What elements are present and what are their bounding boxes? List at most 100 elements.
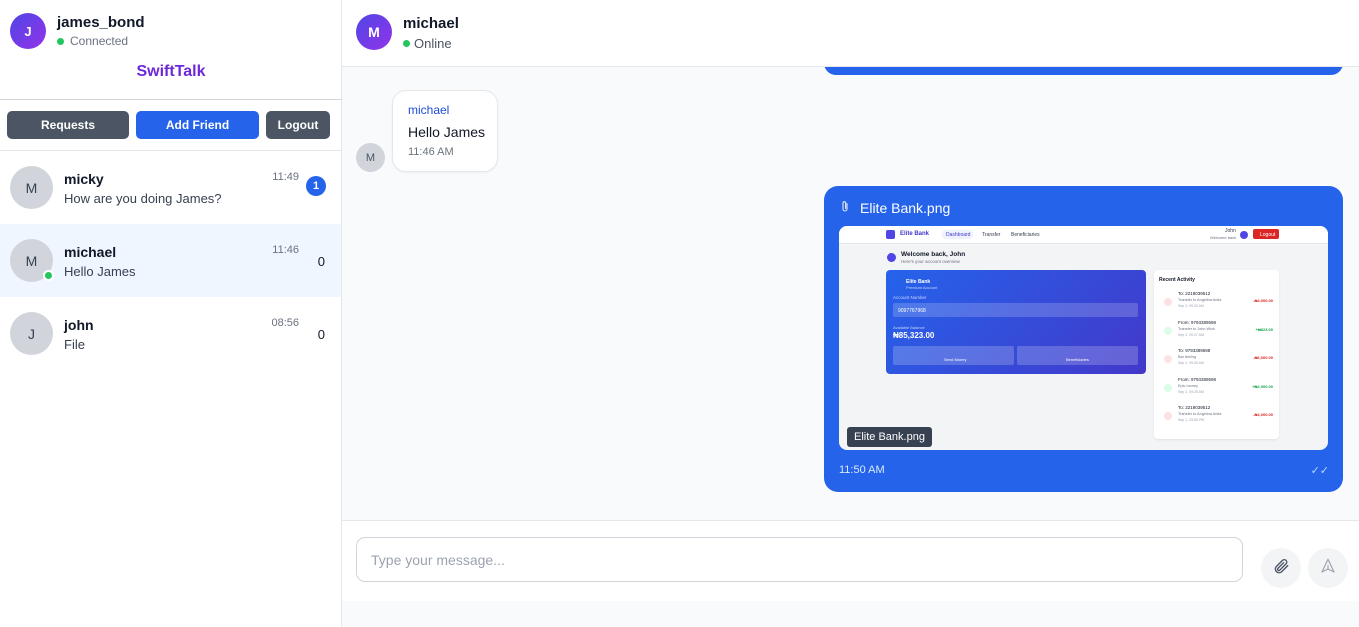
chat-time: 11:49 (272, 171, 299, 183)
contact-name: michael (403, 15, 459, 32)
activity-title: From: 9793389598 (1178, 376, 1217, 382)
chat-last-message: File (64, 337, 85, 352)
preview-send-label: Send Money (944, 357, 967, 362)
activity-desc: Epic money (1178, 383, 1198, 388)
activity-amount: -₦4,000.00 (1253, 298, 1273, 303)
preview-card-sub: Premium Account (906, 285, 938, 290)
chat-time: 08:56 (271, 317, 299, 329)
send-button[interactable] (1308, 548, 1348, 588)
activity-amount: +₦2,000.00 (1252, 383, 1273, 389)
incoming-message: michael Hello James 11:46 AM (392, 90, 498, 172)
chat-item-micky[interactable]: M micky How are you doing James? 11:49 (0, 151, 341, 224)
unread-count: 0 (317, 327, 325, 342)
preview-user: John (1225, 228, 1236, 234)
activity-type-icon (1164, 383, 1172, 392)
unread-badge: 1 (306, 176, 326, 196)
preview-logout-label: Logout (1260, 232, 1276, 238)
message-text: Hello James (408, 124, 486, 140)
requests-button[interactable]: Requests (7, 111, 129, 139)
unread-count: 0 (317, 254, 325, 269)
user-info: james_bond Connected (57, 14, 145, 48)
preview-navbar: Elite Bank Dashboard Transfer Beneficiar… (839, 226, 1328, 244)
activity-date: Sep 1, 03:56 PM (1178, 418, 1205, 422)
preview-avatar (1240, 231, 1248, 239)
preview-activity-row: From: 9793389598 Epic money Sep 2, 09:25 A… (1154, 376, 1279, 402)
preview-account-number: 9097767968 (898, 308, 926, 314)
online-indicator-icon (43, 270, 54, 281)
preview-user-sub: Welcome back (1210, 235, 1237, 240)
activity-date: Sep 2, 09:26 AM (1178, 361, 1204, 365)
sidebar: J james_bond Connected SwiftTalk Request… (0, 0, 342, 627)
app-brand: SwiftTalk (136, 63, 206, 80)
chat-avatar: J (10, 312, 53, 355)
preview-balance-label: Available Balance (893, 325, 925, 330)
preview-activity-row: To: 2219039512 Transfer to Angelina Anita… (1154, 404, 1279, 430)
activity-type-icon (1164, 355, 1172, 363)
preview-welcome-sub: Here's your account overview (901, 259, 960, 264)
preview-activity-row: To: 2219039512 Transfer to Angelina Anita… (1154, 290, 1279, 316)
connection-status: Connected (57, 34, 145, 48)
image-attachment[interactable]: Elite Bank Dashboard Transfer Beneficiar… (839, 226, 1328, 450)
chat-last-message: Hello James (64, 264, 136, 279)
activity-type-icon (1164, 412, 1172, 420)
preview-nav: Beneficiaries (1011, 232, 1040, 238)
preview-beneficiaries-label: Beneficiaries (1066, 357, 1089, 362)
file-header: Elite Bank.png (840, 200, 950, 216)
connection-status-text: Connected (70, 34, 129, 48)
attach-button[interactable] (1261, 548, 1301, 588)
outgoing-file-message: Elite Bank.png Elite Bank Dashboard Tran… (824, 186, 1343, 492)
preview-balance-card: Elite Bank Premium Account Account Numbe… (886, 270, 1146, 374)
chat-name: michael (64, 244, 117, 260)
preview-beneficiaries (1017, 346, 1138, 365)
composer (342, 520, 1359, 601)
contact-avatar: M (356, 14, 392, 50)
preview-send-money (893, 346, 1014, 365)
chat-time: 11:46 (272, 244, 299, 256)
image-caption: Elite Bank.png (847, 427, 932, 447)
preview-welcome-icon (887, 253, 896, 262)
activity-desc: Transfer to John Wick (1178, 326, 1215, 331)
preview-balance: ₦85,323.00 (893, 331, 935, 340)
logout-button[interactable]: Logout (266, 111, 330, 139)
activity-type-icon (1164, 298, 1172, 306)
preview-recent-activity: Recent Activity To: 2219039512 Transfer t… (1154, 270, 1279, 439)
divider (0, 99, 342, 100)
message-sender: michael (408, 103, 450, 117)
preview-nav: Transfer (982, 232, 1001, 238)
previous-message-bubble (824, 67, 1343, 75)
activity-amount: -₦4,000.00 (1253, 412, 1273, 417)
contact-status: Online (403, 36, 452, 51)
preview-account-label: Account Number (893, 295, 927, 300)
activity-title: To: 2219039512 (1178, 405, 1211, 410)
preview-activity-row: To: 9793389598 Bar feeling Sep 2, 09:26 AM… (1154, 347, 1279, 373)
activity-type-icon (1164, 326, 1172, 335)
read-receipt-icon: ✓✓ (1310, 465, 1329, 477)
status-dot-icon (57, 37, 64, 45)
activity-title: From: 9793389598 (1178, 319, 1217, 325)
activity-date: Sep 2, 09:25 AM (1178, 389, 1204, 394)
send-icon (1319, 557, 1337, 580)
chat-item-michael[interactable]: M michael Hello James 11:46 0 (0, 224, 341, 297)
current-user: J james_bond Connected (10, 13, 145, 49)
message-list[interactable]: M michael Hello James 11:46 AM Elite Ban… (342, 67, 1359, 520)
add-friend-button[interactable]: Add Friend (136, 111, 259, 139)
activity-date: Sep 2, 09:32 AM (1178, 304, 1204, 308)
preview-nav: Dashboard (946, 232, 971, 238)
file-name: Elite Bank.png (860, 200, 951, 216)
message-input[interactable] (356, 537, 1243, 582)
chat-item-john[interactable]: J john File 08:56 0 (0, 297, 341, 370)
sender-avatar: M (356, 143, 385, 172)
preview-activity-row: From: 9793389598 Transfer to John Wick Sep… (1154, 319, 1279, 345)
preview-account-field (893, 303, 1138, 317)
online-dot-icon (403, 40, 410, 47)
preview-activity-title: Recent Activity (1159, 277, 1195, 283)
activity-amount: +₦823.00 (1255, 326, 1273, 332)
chat-avatar: M (10, 166, 53, 209)
message-time: 11:46 AM (408, 146, 454, 158)
activity-title: To: 9793389598 (1178, 348, 1211, 353)
paperclip-icon (1272, 557, 1290, 580)
user-avatar: J (10, 13, 46, 49)
chat-name: micky (64, 171, 104, 187)
activity-desc: Transfer to Angelina Anita (1178, 412, 1222, 416)
activity-desc: Transfer to Angelina Anita (1178, 298, 1222, 302)
